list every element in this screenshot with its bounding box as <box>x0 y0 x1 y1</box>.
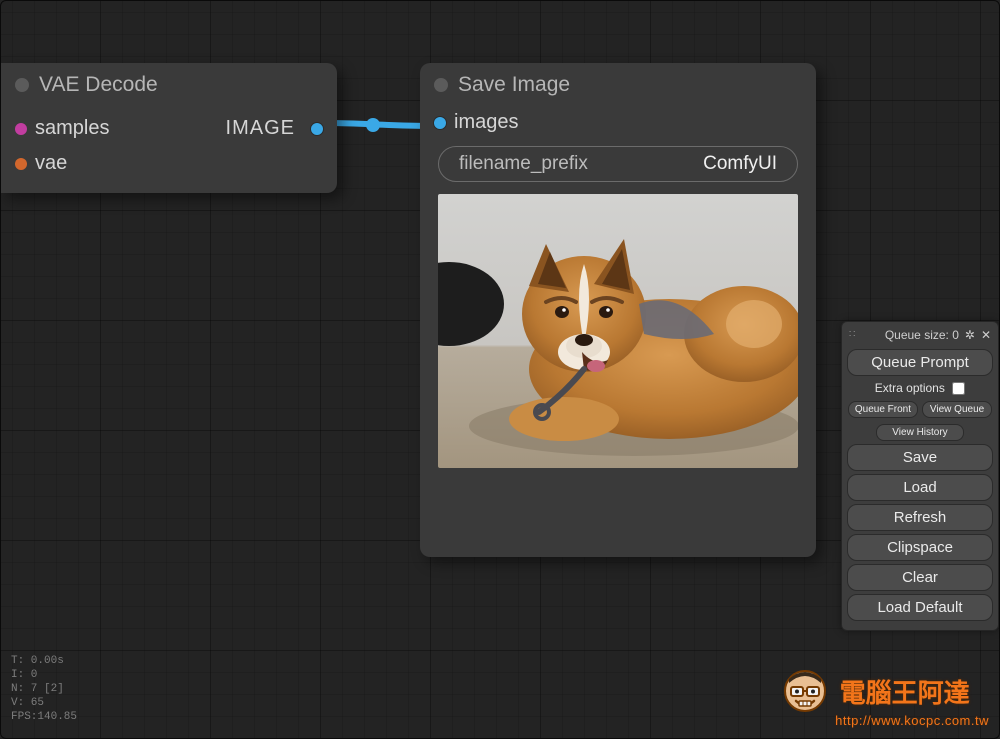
input-images[interactable]: images <box>434 111 518 134</box>
drag-handle-icon[interactable]: ∷ <box>849 330 856 340</box>
input-vae[interactable]: vae <box>15 152 67 175</box>
node-save-image[interactable]: Save Image images filename_prefix ComfyU… <box>420 63 816 557</box>
watermark: 電腦王阿達 http://www.kocpc.com.tw <box>781 667 989 728</box>
menu-panel[interactable]: ∷ Queue size: 0 ✲ ✕ Queue Prompt Extra o… <box>841 321 999 631</box>
load-default-button[interactable]: Load Default <box>847 594 993 621</box>
collapse-toggle-icon[interactable] <box>15 78 29 92</box>
port-icon[interactable] <box>434 117 446 129</box>
node-title-text: VAE Decode <box>39 73 158 97</box>
watermark-title: 電腦王阿達 <box>840 673 970 710</box>
port-icon[interactable] <box>15 158 27 170</box>
close-icon[interactable]: ✕ <box>981 328 991 342</box>
clipspace-button[interactable]: Clipspace <box>847 534 993 561</box>
input-samples[interactable]: samples <box>15 117 109 140</box>
view-history-button[interactable]: View History <box>876 424 964 441</box>
output-image[interactable]: IMAGE <box>226 117 323 140</box>
load-button[interactable]: Load <box>847 474 993 501</box>
node-title-text: Save Image <box>458 73 570 97</box>
view-queue-button[interactable]: View Queue <box>922 401 992 418</box>
port-icon[interactable] <box>15 123 27 135</box>
clear-button[interactable]: Clear <box>847 564 993 591</box>
image-preview[interactable] <box>438 194 798 468</box>
stats-overlay: T: 0.00s I: 0 N: 7 [2] V: 65 FPS:140.85 <box>11 654 77 724</box>
gear-icon[interactable]: ✲ <box>965 328 975 342</box>
node-title[interactable]: VAE Decode <box>1 63 337 105</box>
queue-front-button[interactable]: Queue Front <box>848 401 918 418</box>
watermark-url: http://www.kocpc.com.tw <box>781 713 989 728</box>
extra-options[interactable]: Extra options <box>847 379 993 398</box>
filename-prefix-widget[interactable]: filename_prefix ComfyUI <box>438 146 798 182</box>
extra-options-checkbox[interactable] <box>952 382 965 395</box>
port-icon[interactable] <box>311 123 323 135</box>
node-title[interactable]: Save Image <box>420 63 816 105</box>
queue-size: Queue size: 0 <box>885 328 959 342</box>
collapse-toggle-icon[interactable] <box>434 78 448 92</box>
refresh-button[interactable]: Refresh <box>847 504 993 531</box>
node-vae-decode[interactable]: VAE Decode samples IMAGE vae <box>1 63 337 193</box>
watermark-face-icon <box>781 667 829 715</box>
queue-prompt-button[interactable]: Queue Prompt <box>847 349 993 376</box>
save-button[interactable]: Save <box>847 444 993 471</box>
